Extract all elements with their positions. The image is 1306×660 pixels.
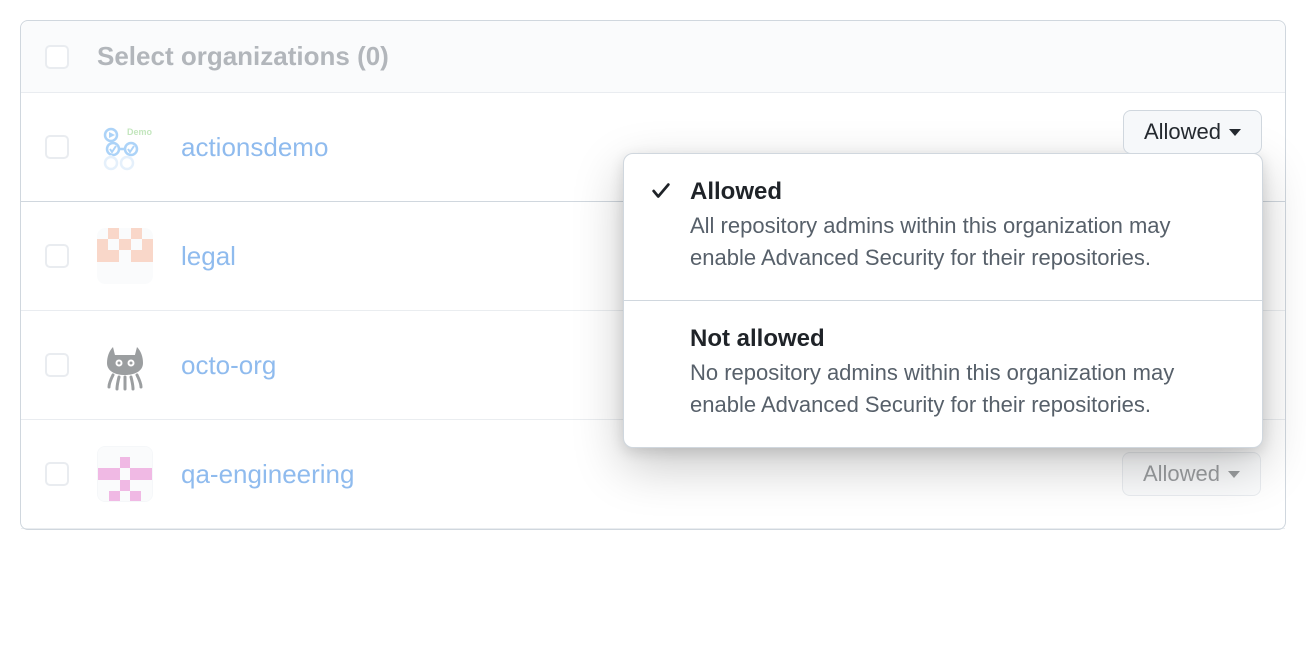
select-all-checkbox[interactable] [45,45,69,69]
row-checkbox[interactable] [45,353,69,377]
org-link[interactable]: qa-engineering [181,459,1094,490]
chevron-down-icon [1228,471,1240,478]
header-title: Select organizations (0) [97,41,389,72]
org-avatar [97,228,153,284]
organizations-panel: Select organizations (0) [20,20,1286,530]
status-dropdown-menu: Allowed Allowed All repository admins wi… [623,153,1263,448]
dropdown-option-not-allowed[interactable]: Not allowed No repository admins within … [624,301,1262,447]
row-checkbox[interactable] [45,244,69,268]
dropdown-option-allowed[interactable]: Allowed All repository admins within thi… [624,154,1262,301]
row-checkbox[interactable] [45,462,69,486]
status-dropdown-button[interactable]: Allowed [1122,452,1261,496]
svg-text:Demo: Demo [127,127,153,137]
dropdown-option-desc: All repository admins within this organi… [690,210,1236,274]
org-avatar: Demo [97,119,153,175]
status-dropdown-button[interactable]: Allowed [1123,110,1262,154]
dropdown-option-desc: No repository admins within this organiz… [690,357,1236,421]
status-label: Allowed [1144,119,1221,145]
check-icon [650,180,672,202]
row-checkbox[interactable] [45,135,69,159]
panel-header: Select organizations (0) [21,21,1285,93]
dropdown-option-title: Allowed [690,178,1236,206]
dropdown-option-title: Not allowed [690,325,1236,353]
org-avatar [97,337,153,393]
chevron-down-icon [1229,129,1241,136]
status-label: Allowed [1143,461,1220,487]
org-avatar [97,446,153,502]
